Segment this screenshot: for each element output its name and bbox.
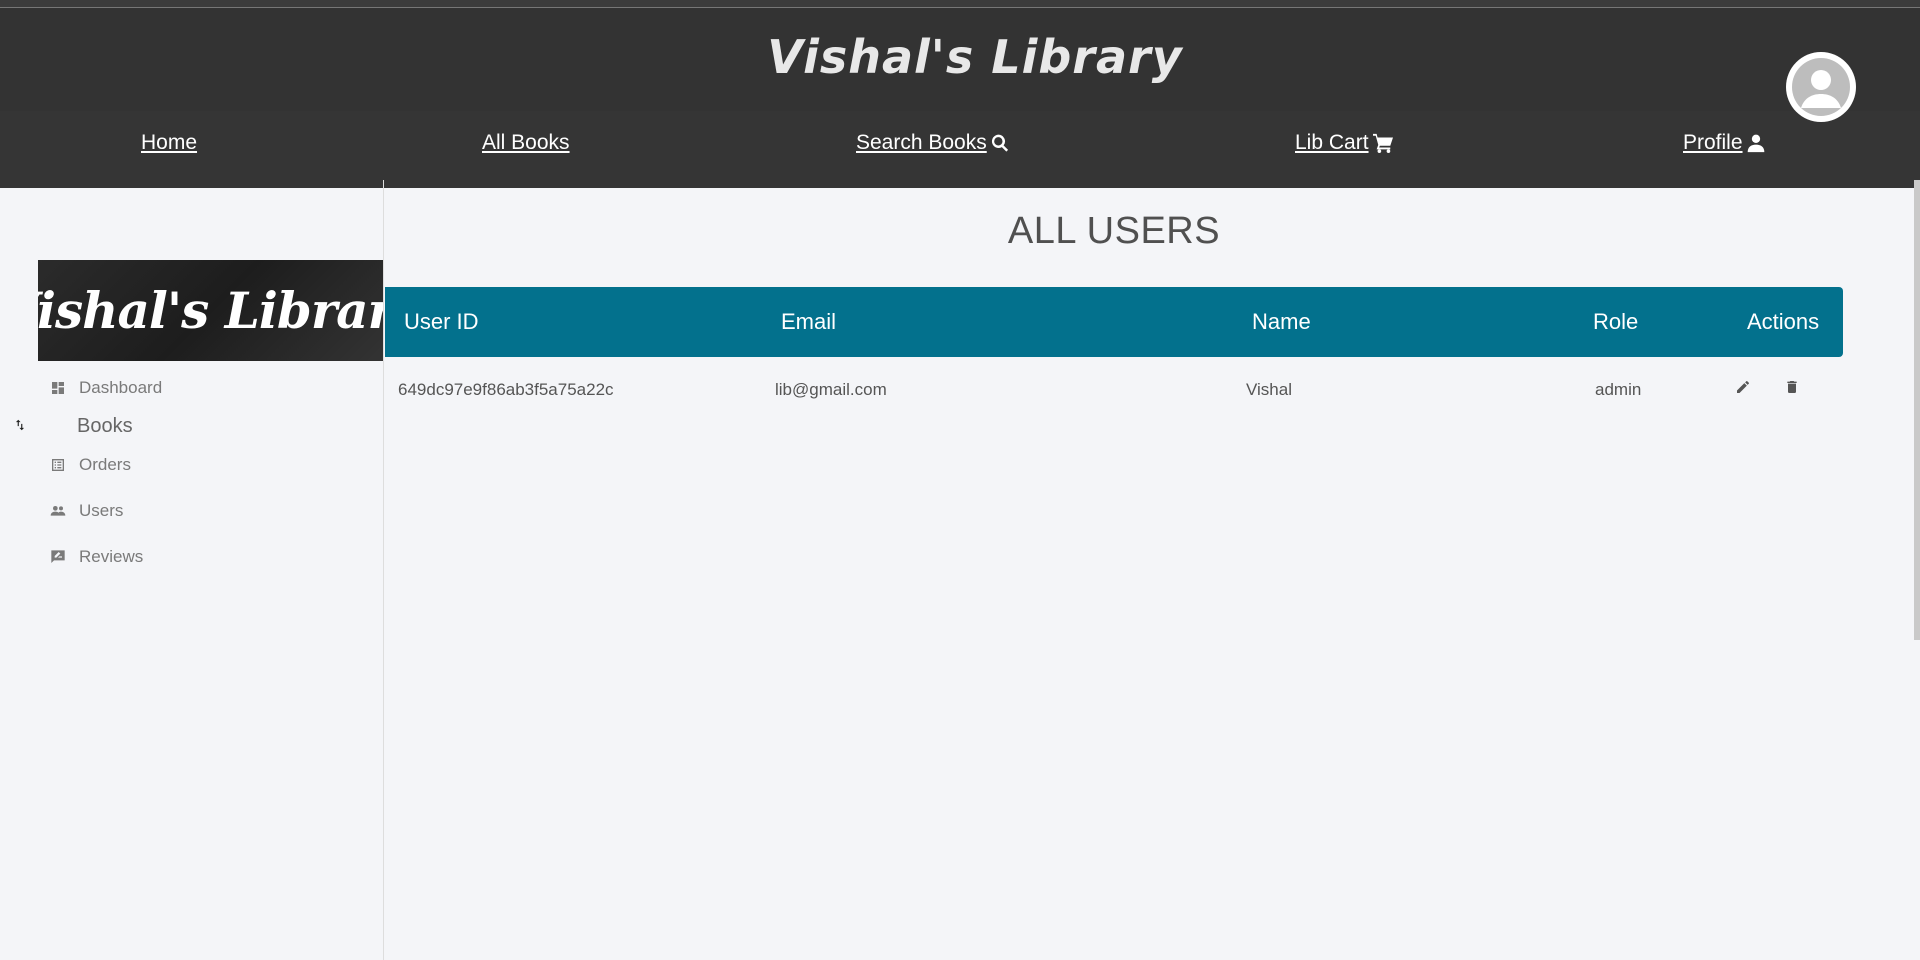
cell-user-id: 649dc97e9f86ab3f5a75a22c (398, 380, 614, 399)
sidebar-item-label: Dashboard (79, 378, 163, 397)
nav-home-label: Home (141, 131, 198, 154)
edit-icon[interactable] (1735, 379, 1751, 400)
sidebar-item-label: Users (79, 501, 124, 520)
users-table: User ID Email Name Role Actions 649dc97e… (385, 287, 1843, 423)
table-header: User ID Email Name Role Actions (385, 287, 1843, 357)
nav-search-books-label: Search Books (856, 131, 987, 154)
main-nav: Home All Books Search Books Lib Cart Pro… (0, 111, 1920, 188)
sidebar-item-reviews[interactable]: Reviews (50, 547, 143, 567)
column-header-role[interactable]: Role (1593, 309, 1638, 335)
rate-review-icon (51, 550, 65, 563)
user-avatar[interactable] (1786, 52, 1856, 122)
nav-profile-label: Profile (1683, 131, 1743, 154)
user-icon (1747, 134, 1764, 153)
sidebar-item-label: Orders (79, 455, 131, 474)
top-header: Vishal's Library Home All Books Search B… (0, 0, 1920, 188)
sidebar-item-users[interactable]: Users (50, 501, 123, 521)
account-circle-icon (1792, 58, 1850, 116)
delete-icon[interactable] (1784, 379, 1800, 400)
column-header-user-id[interactable]: User ID (404, 309, 479, 335)
cell-name: Vishal (1246, 380, 1292, 399)
nav-all-books-label: All Books (482, 131, 570, 154)
nav-search-books[interactable]: Search Books (856, 131, 1010, 155)
list-alt-icon (52, 459, 64, 471)
column-header-name[interactable]: Name (1252, 309, 1311, 335)
sidebar-item-orders[interactable]: Orders (50, 455, 131, 475)
sidebar-logo[interactable]: Vishal's Library (38, 260, 383, 361)
dashboard-icon (52, 382, 64, 394)
page-scrollbar[interactable] (1914, 180, 1920, 640)
people-icon (50, 506, 66, 516)
cart-icon (1372, 133, 1393, 153)
swap-vert-icon[interactable] (13, 418, 27, 437)
nav-all-books[interactable]: All Books (482, 131, 570, 155)
column-header-email[interactable]: Email (781, 309, 836, 335)
site-title: Vishal's Library (767, 30, 1183, 84)
nav-home[interactable]: Home (141, 131, 197, 155)
sidebar-item-dashboard[interactable]: Dashboard (50, 378, 162, 398)
search-icon (991, 134, 1008, 152)
sidebar: Vishal's Library Dashboard Books Orders … (0, 180, 384, 960)
sidebar-item-label: Reviews (79, 547, 144, 566)
window-border (0, 7, 1920, 8)
nav-profile[interactable]: Profile (1683, 131, 1766, 155)
table-row: 649dc97e9f86ab3f5a75a22c lib@gmail.com V… (385, 357, 1843, 423)
sidebar-item-books[interactable]: Books (77, 415, 133, 438)
column-header-actions: Actions (1747, 309, 1820, 334)
sidebar-logo-text: Vishal's Library (38, 281, 383, 340)
nav-lib-cart-label: Lib Cart (1295, 131, 1369, 154)
sidebar-item-label: Books (77, 415, 133, 437)
cell-email: lib@gmail.com (775, 380, 887, 399)
page-title: ALL USERS (1007, 210, 1221, 252)
cell-role: admin (1595, 380, 1642, 399)
nav-lib-cart[interactable]: Lib Cart (1295, 131, 1394, 155)
